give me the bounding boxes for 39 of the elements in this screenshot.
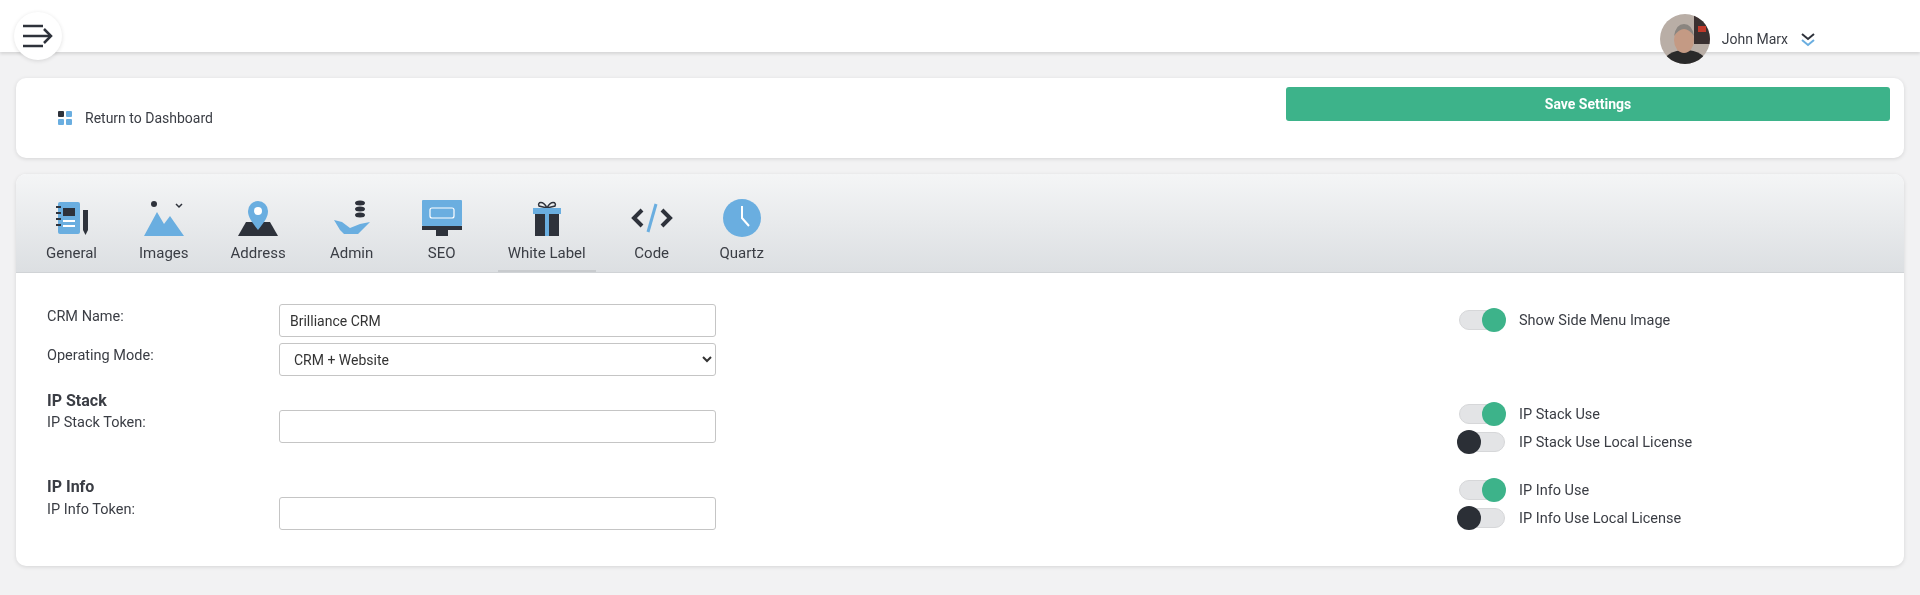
menu-icon [21, 23, 55, 49]
field-label: Operating Mode: [47, 346, 155, 367]
dashboard-icon [58, 111, 72, 125]
double-chevron-icon[interactable] [1800, 31, 1816, 47]
toggle-switch[interactable] [1459, 480, 1505, 500]
user-name[interactable]: John Marx [1721, 31, 1788, 47]
input-field[interactable] [279, 496, 716, 530]
section-heading: IP Stack [47, 389, 108, 412]
toggle-label: IP Stack Use [1519, 405, 1601, 423]
input-field[interactable]: Brilliance CRM [279, 304, 716, 337]
dropdown[interactable]: CRM + Website [279, 343, 716, 377]
field-label: IP Info Token: [47, 499, 136, 520]
tab[interactable]: General [36, 174, 107, 272]
toggle-label: IP Info Use Local License [1519, 509, 1682, 527]
tab[interactable]: SEO [407, 174, 476, 272]
toggle-label: IP Info Use [1519, 481, 1590, 499]
toggle-switch[interactable] [1459, 404, 1505, 424]
tab[interactable]: Quartz [707, 174, 776, 272]
field-label: IP Stack Token: [47, 412, 147, 433]
menu-button[interactable] [14, 12, 62, 60]
tab[interactable]: Code [617, 174, 686, 272]
field-label: CRM Name: [47, 307, 125, 327]
tab[interactable]: Address [220, 174, 296, 272]
tab[interactable]: White Label [497, 174, 596, 272]
clock-icon [721, 198, 762, 238]
avatar[interactable] [1659, 14, 1710, 64]
monitor-icon [419, 198, 464, 238]
tab[interactable]: Images [129, 174, 199, 272]
mountains-icon [141, 198, 186, 238]
input-field[interactable] [279, 409, 716, 443]
return-link[interactable]: Return to Dashboard [58, 110, 213, 126]
tab[interactable]: Admin [317, 174, 386, 272]
map-pin-icon [236, 198, 281, 238]
toggle-switch[interactable] [1459, 310, 1505, 330]
toggle-switch[interactable] [1459, 432, 1505, 452]
toggle-label: IP Stack Use Local License [1519, 433, 1693, 451]
toggle-switch[interactable] [1459, 508, 1505, 528]
toggle-label: Show Side Menu Image [1519, 311, 1671, 329]
section-heading: IP Info [47, 476, 96, 499]
